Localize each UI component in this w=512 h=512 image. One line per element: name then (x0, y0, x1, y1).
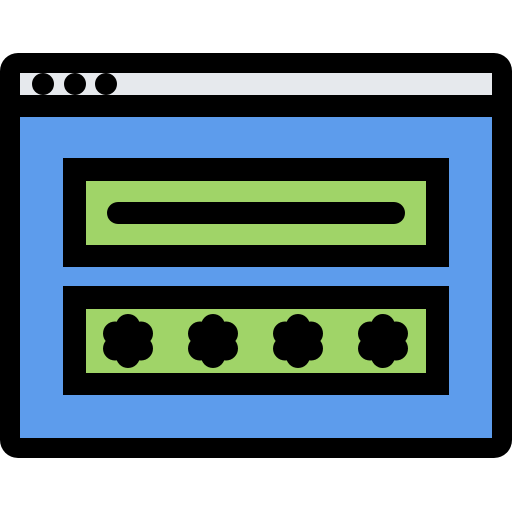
asterisk-petal (103, 321, 128, 346)
asterisk-petal (358, 321, 383, 346)
window-dot-icon (95, 73, 117, 95)
username-field-icon (63, 158, 449, 267)
asterisk-petal (273, 321, 298, 346)
login-form-window-icon (0, 53, 512, 458)
icon-stage (0, 0, 512, 512)
password-field-icon (63, 286, 449, 395)
window-dot-icon (64, 73, 86, 95)
window-titlebar (20, 73, 492, 95)
asterisk-petal (188, 321, 213, 346)
window-dot-icon (32, 73, 54, 95)
window-controls (32, 73, 117, 95)
username-text-line (107, 202, 405, 224)
